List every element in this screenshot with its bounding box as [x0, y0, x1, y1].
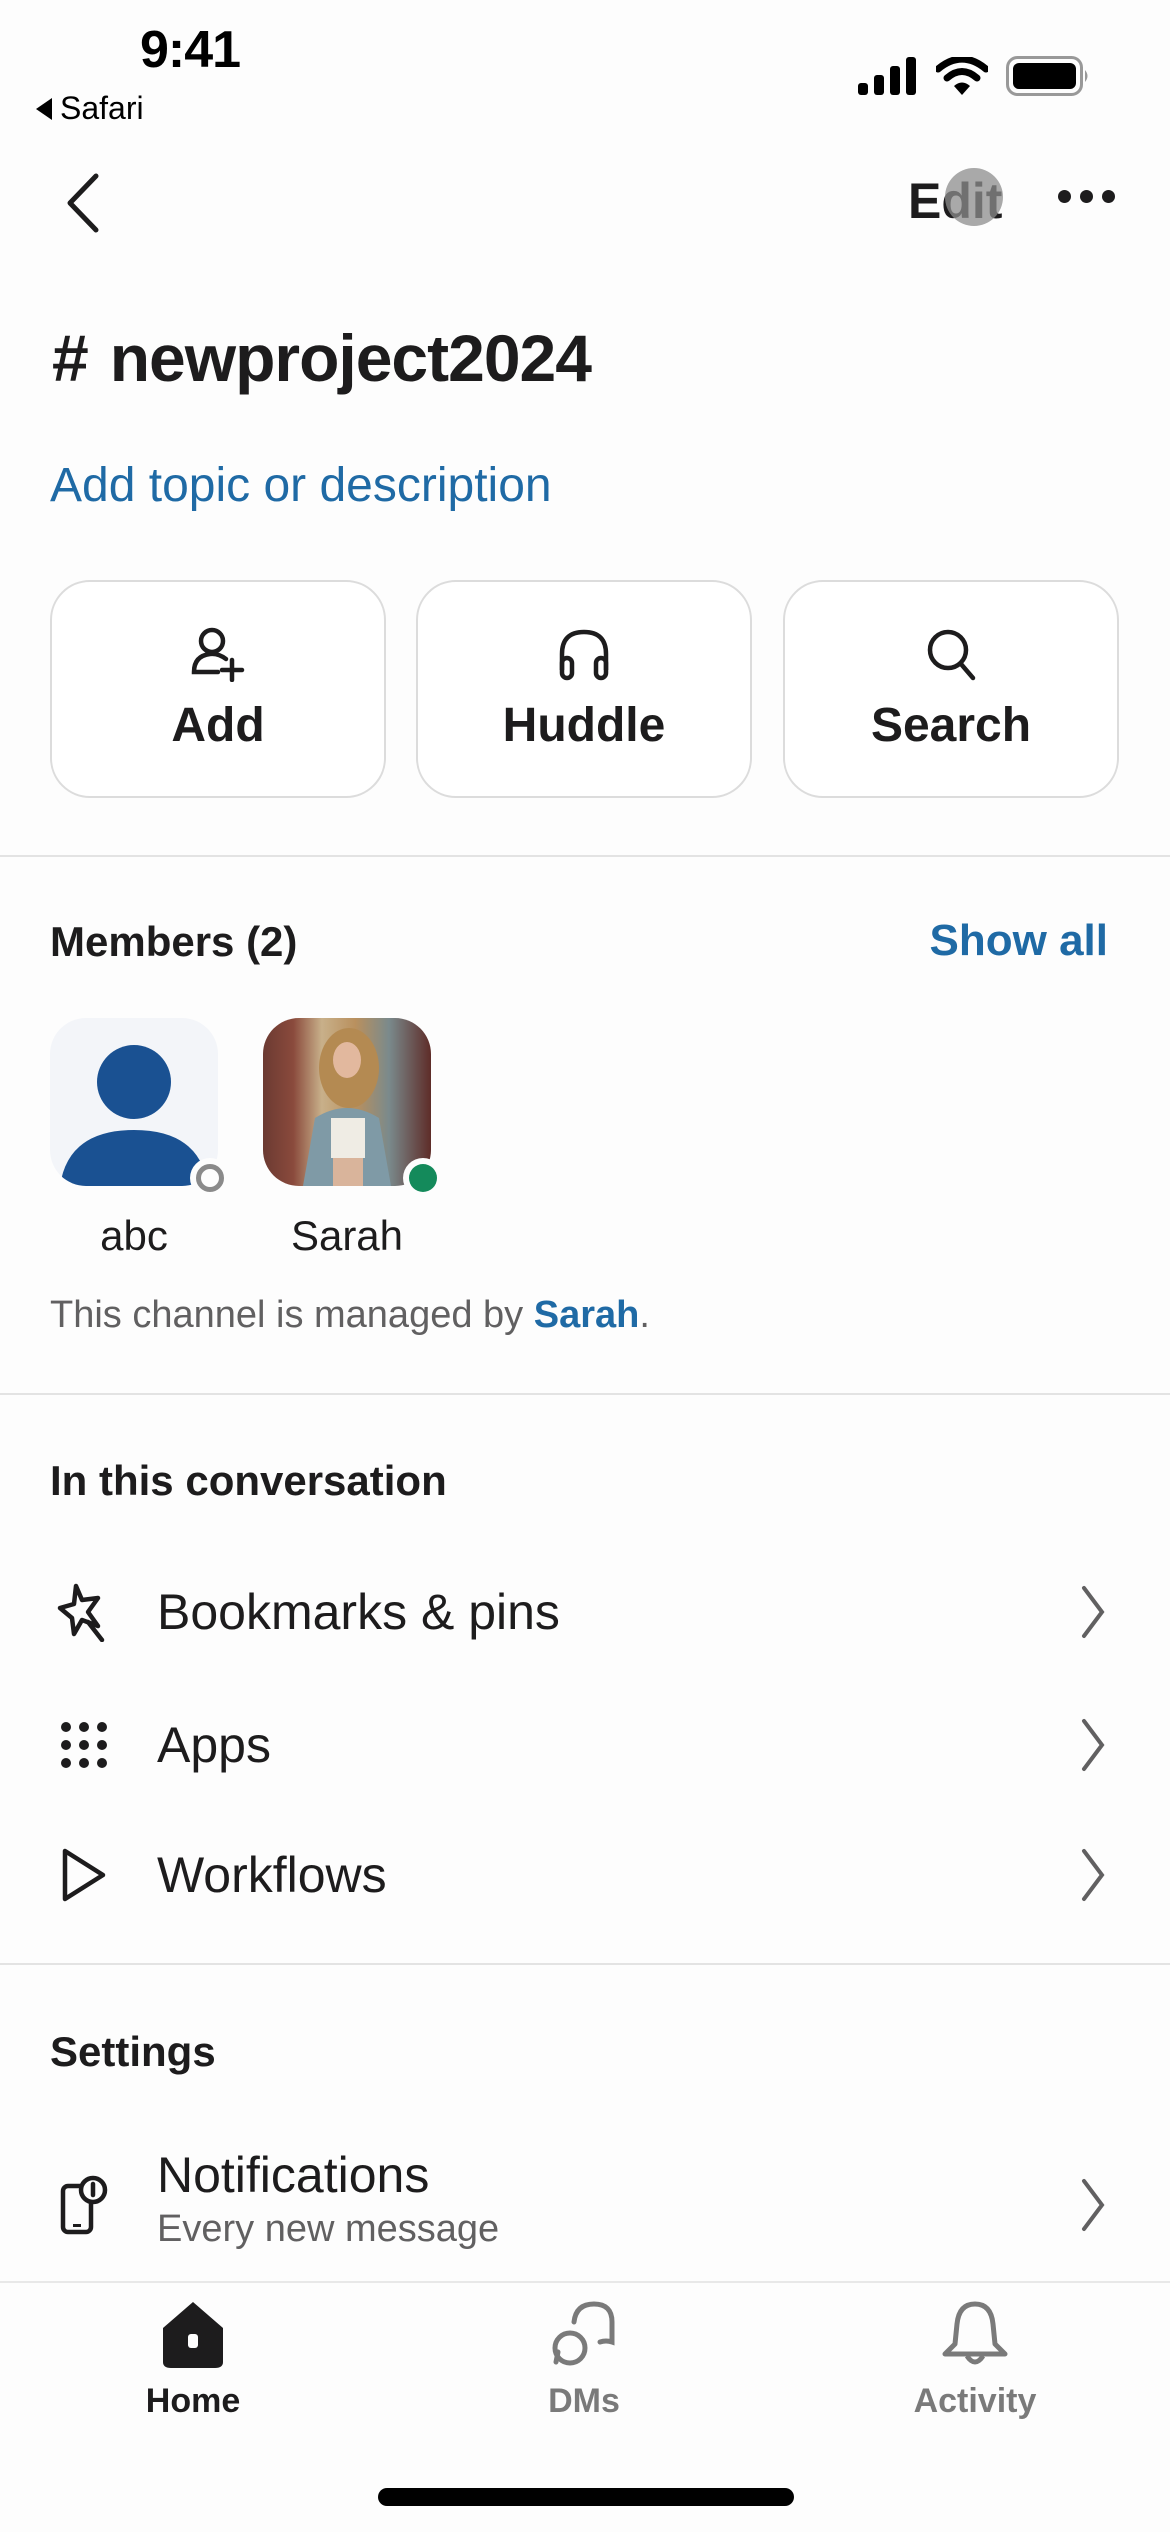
search-button[interactable]: Search — [783, 580, 1119, 798]
person-silhouette-icon — [60, 1045, 208, 1186]
phone-notification-icon — [52, 2173, 116, 2237]
back-app-label: Safari — [60, 90, 144, 126]
apps-grid-icon — [52, 1713, 116, 1777]
workflows-row[interactable]: Workflows — [0, 1815, 1170, 1935]
row-label: Apps — [157, 1717, 271, 1773]
ellipsis-dot — [1058, 190, 1071, 203]
chevron-left-icon — [67, 173, 99, 233]
chevron-right-icon — [1082, 2179, 1105, 2231]
signal-icon — [858, 57, 916, 95]
add-person-icon — [191, 627, 245, 682]
row-label: Bookmarks & pins — [157, 1584, 560, 1640]
notifications-label: Notifications — [157, 2147, 430, 2203]
channel-title: # newproject2024 — [52, 320, 592, 396]
huddle-button[interactable]: Huddle — [416, 580, 752, 798]
section-divider — [0, 1963, 1170, 1965]
presence-active-indicator — [403, 1158, 443, 1198]
members-header: Members (2) — [50, 918, 298, 965]
add-label: Add — [171, 698, 265, 752]
bookmarks-pins-row[interactable]: Bookmarks & pins — [0, 1552, 1170, 1672]
back-triangle-icon — [36, 97, 52, 120]
member-name: Sarah — [290, 1212, 404, 1259]
bell-icon — [942, 2301, 1008, 2365]
home-icon — [163, 2302, 223, 2368]
tab-home[interactable]: Home — [43, 2300, 343, 2421]
section-divider — [0, 1393, 1170, 1395]
dms-icon — [552, 2301, 615, 2366]
show-all-link[interactable]: Show all — [930, 916, 1108, 966]
chevron-right-icon — [1082, 1719, 1105, 1771]
tab-label: Home — [145, 2382, 241, 2420]
tab-activity[interactable]: Activity — [825, 2300, 1125, 2421]
apps-row[interactable]: Apps — [0, 1685, 1170, 1805]
member-abc[interactable] — [50, 1018, 230, 1198]
ellipsis-dot — [1102, 190, 1115, 203]
add-button[interactable]: Add — [50, 580, 386, 798]
more-options-button[interactable] — [1058, 190, 1115, 203]
managed-prefix: This channel is managed by — [50, 1294, 534, 1336]
touch-indicator — [945, 168, 1003, 226]
section-divider — [0, 855, 1170, 857]
ellipsis-dot — [1080, 190, 1093, 203]
presence-away-indicator — [190, 1158, 230, 1198]
settings-header: Settings — [50, 2028, 216, 2075]
play-icon — [52, 1843, 116, 1907]
tab-dms[interactable]: DMs — [434, 2300, 734, 2421]
back-button[interactable] — [60, 168, 110, 238]
conversation-header: In this conversation — [50, 1457, 447, 1504]
tab-label: DMs — [548, 2382, 620, 2420]
chevron-right-icon — [1082, 1586, 1105, 1638]
channel-manager-note: This channel is managed by Sarah. — [50, 1294, 650, 1337]
manager-link[interactable]: Sarah — [534, 1294, 640, 1336]
notifications-value: Every new message — [157, 2208, 500, 2250]
member-sarah[interactable] — [263, 1018, 443, 1198]
huddle-label: Huddle — [502, 698, 666, 752]
photo-avatar — [263, 1018, 431, 1186]
status-time: 9:41 — [140, 21, 241, 79]
member-name: abc — [100, 1212, 168, 1259]
default-avatar — [50, 1018, 218, 1186]
search-label: Search — [870, 698, 1032, 752]
tab-label: Activity — [913, 2382, 1037, 2420]
wifi-icon — [936, 57, 988, 95]
home-indicator[interactable] — [378, 2488, 794, 2506]
row-label: Workflows — [157, 1847, 387, 1903]
channel-name: newproject2024 — [109, 321, 592, 395]
status-icons — [858, 56, 1090, 96]
headphones-icon — [559, 629, 609, 680]
add-topic-link[interactable]: Add topic or description — [50, 458, 552, 513]
battery-icon — [1006, 56, 1088, 96]
tabbar-divider — [0, 2281, 1170, 2283]
hash-icon: # — [52, 321, 89, 395]
managed-suffix: . — [639, 1294, 650, 1336]
chevron-right-icon — [1082, 1849, 1105, 1901]
photo-figure — [303, 1028, 391, 1186]
search-icon — [927, 629, 976, 680]
back-to-safari[interactable]: Safari — [36, 90, 144, 127]
pin-icon — [52, 1580, 116, 1644]
